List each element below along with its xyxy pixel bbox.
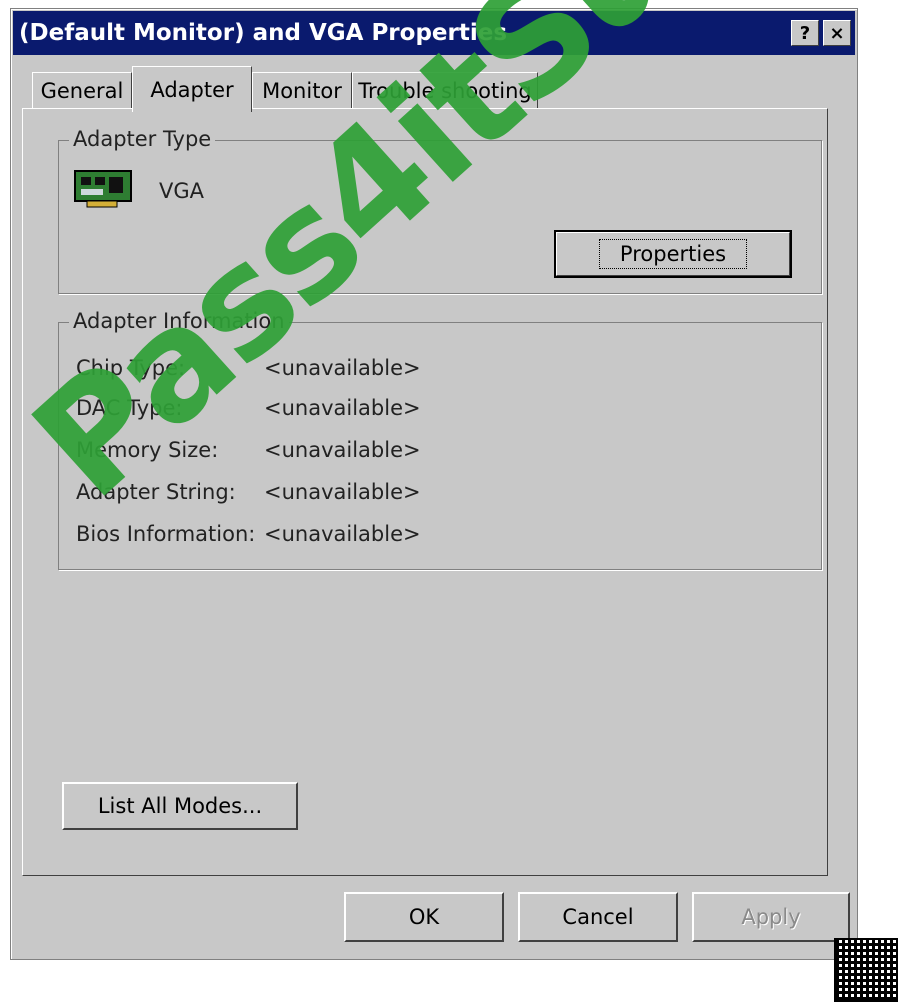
properties-button[interactable]: Properties (554, 230, 792, 278)
apply-button[interactable]: Apply (692, 892, 850, 942)
memory-size-value: <unavailable> (264, 438, 421, 462)
adapter-name: VGA (159, 179, 205, 203)
close-button[interactable]: × (823, 20, 851, 46)
properties-button-label: Properties (598, 239, 748, 269)
window-title: (Default Monitor) and VGA Properties (19, 20, 508, 46)
list-all-modes-button[interactable]: List All Modes... (62, 782, 298, 830)
adapter-type-group: Adapter Type VGA Properties (58, 127, 822, 294)
help-button[interactable]: ? (791, 20, 819, 46)
title-bar[interactable]: (Default Monitor) and VGA Properties ? × (13, 11, 855, 55)
chip-type-value: <unavailable> (264, 356, 421, 380)
bios-information-value: <unavailable> (264, 522, 421, 546)
adapter-information-legend: Adapter Information (69, 309, 289, 333)
dac-type-value: <unavailable> (264, 396, 421, 420)
memory-size-label: Memory Size: (76, 438, 219, 462)
dac-type-label: DAC Type: (76, 396, 183, 420)
tab-adapter[interactable]: Adapter (132, 66, 252, 112)
tab-troubleshooting[interactable]: Trouble shooting (352, 72, 538, 108)
ok-button[interactable]: OK (344, 892, 504, 942)
qr-code-image (834, 938, 898, 1002)
adapter-string-label: Adapter String: (76, 480, 236, 504)
bios-information-label: Bios Information: (76, 522, 256, 546)
adapter-type-legend: Adapter Type (69, 127, 216, 151)
tab-monitor[interactable]: Monitor (252, 72, 352, 108)
cancel-button[interactable]: Cancel (518, 892, 678, 942)
tab-general[interactable]: General (32, 72, 132, 108)
adapter-string-value: <unavailable> (264, 480, 421, 504)
chip-type-label: Chip Type: (76, 356, 186, 380)
display-adapter-icon (74, 170, 132, 208)
